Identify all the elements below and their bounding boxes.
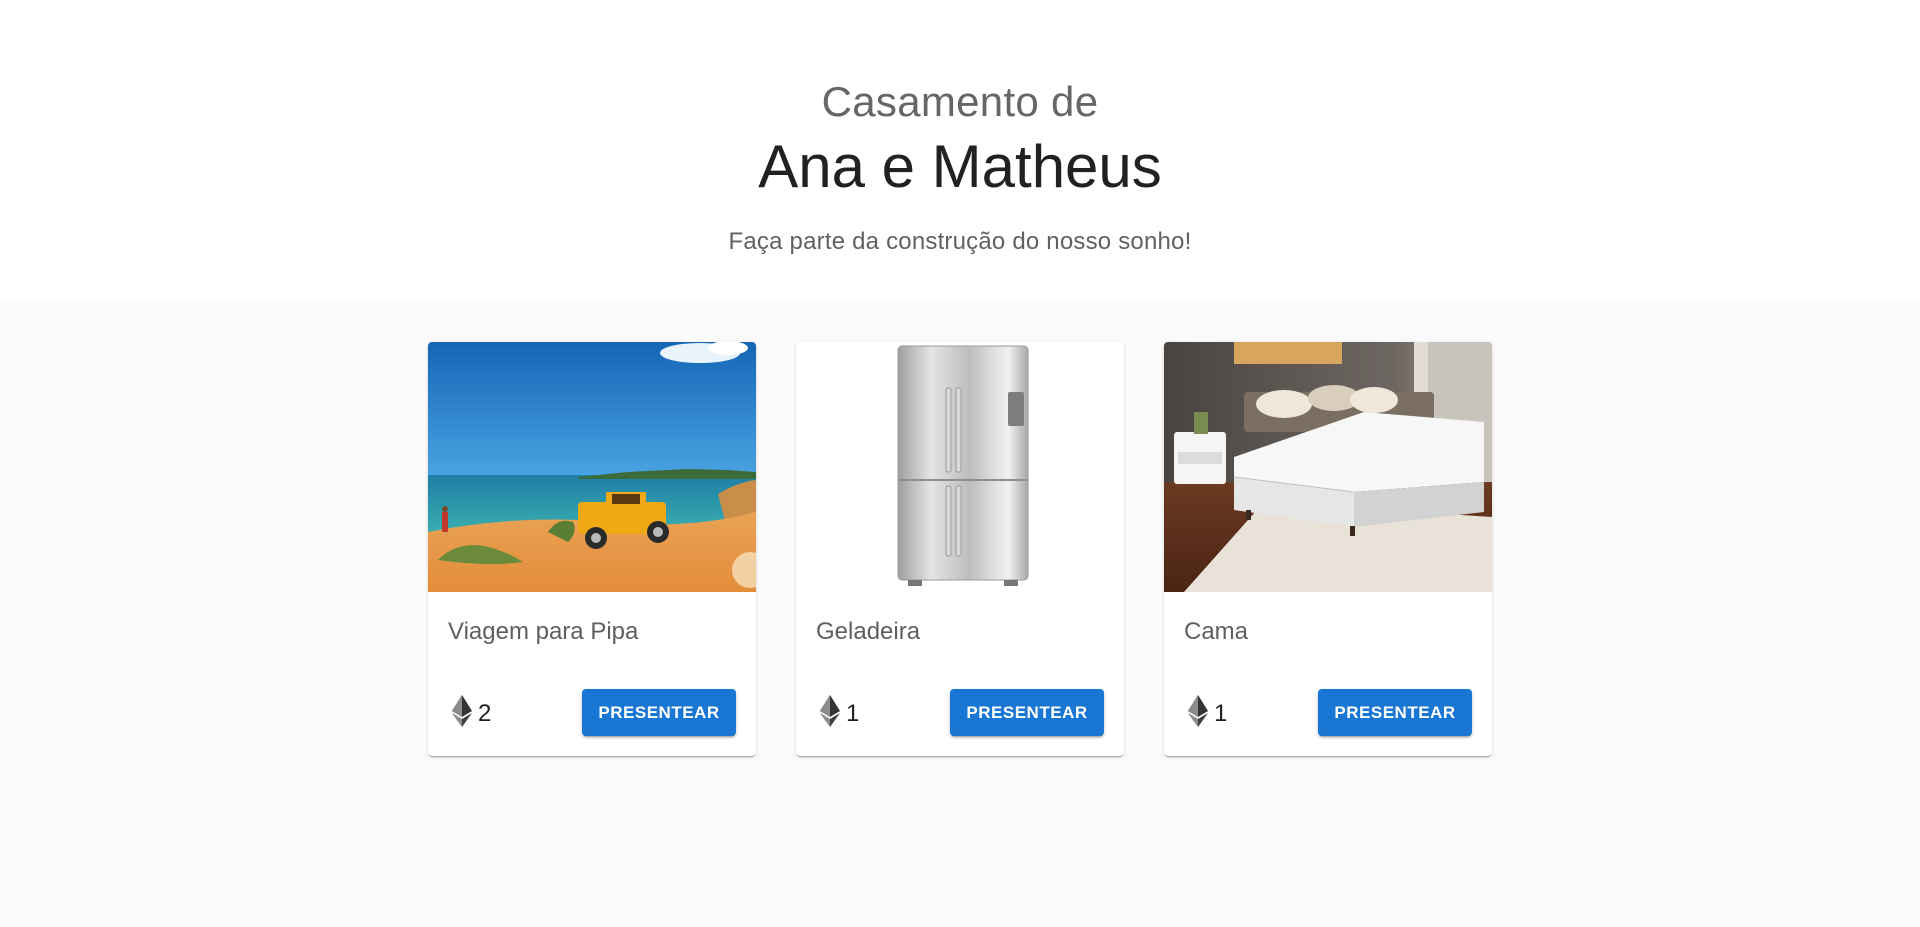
gift-price: 2: [452, 694, 492, 730]
gift-price: 1: [1188, 694, 1228, 730]
hero-tagline: Faça parte da construção do nosso sonho!: [728, 228, 1192, 255]
hero-pre-title: Casamento de: [821, 78, 1099, 125]
present-button[interactable]: PRESENTEAR: [950, 689, 1104, 736]
gift-title: Geladeira: [816, 618, 921, 645]
gift-grid: Viagem para Pipa 2 PRESENTEAR Geladeira …: [428, 342, 1492, 756]
ethereum-icon: [1188, 694, 1208, 734]
gift-title: Cama: [1184, 618, 1249, 645]
hero-header: Casamento de Ana e Matheus Faça parte da…: [0, 0, 1920, 301]
gift-price: 1: [820, 694, 860, 730]
bed-photo: [1164, 342, 1492, 592]
gift-card: Cama 1 PRESENTEAR: [1164, 342, 1492, 756]
gift-title: Viagem para Pipa: [448, 618, 639, 645]
gift-price-value: 2: [478, 700, 492, 727]
beach-jeep-photo: [428, 342, 756, 592]
couple-names: Ana e Matheus: [758, 133, 1162, 200]
present-button[interactable]: PRESENTEAR: [582, 689, 736, 736]
refrigerator-photo: [796, 342, 1124, 592]
gift-card: Viagem para Pipa 2 PRESENTEAR: [428, 342, 756, 756]
ethereum-icon: [452, 694, 472, 734]
gift-price-value: 1: [1214, 700, 1228, 727]
present-button[interactable]: PRESENTEAR: [1318, 689, 1472, 736]
gift-card: Geladeira 1 PRESENTEAR: [796, 342, 1124, 756]
gift-price-value: 1: [846, 700, 860, 727]
ethereum-icon: [820, 694, 840, 734]
